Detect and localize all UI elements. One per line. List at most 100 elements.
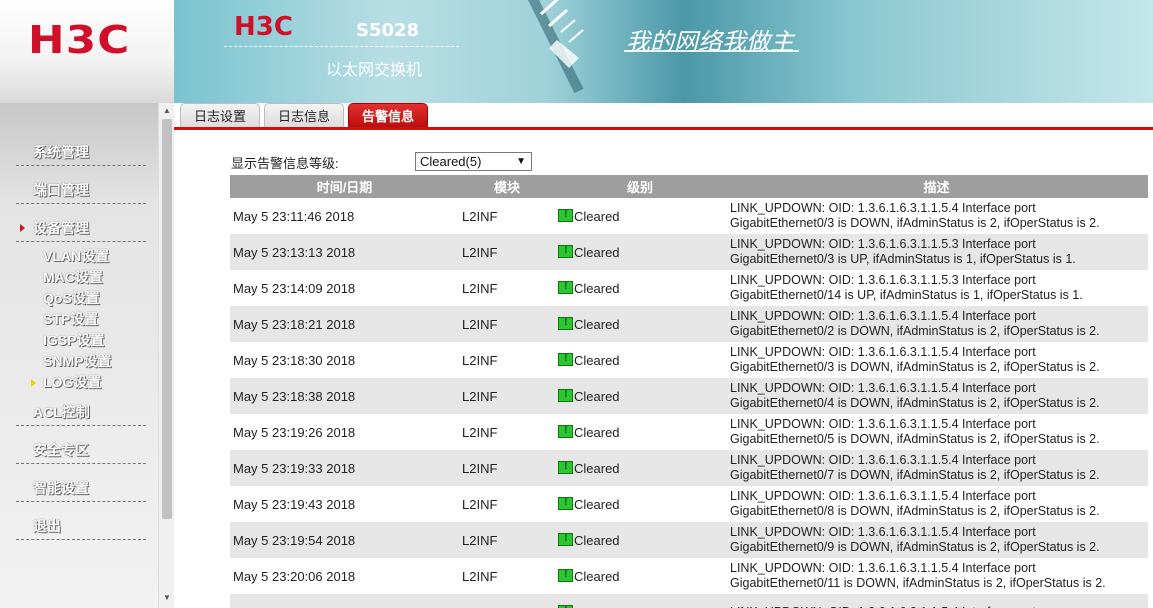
alarm-level-icon (558, 208, 573, 222)
level-cell: Cleared (555, 414, 725, 450)
expanded-arrow-icon (20, 224, 25, 232)
level-text: Cleared (574, 388, 620, 404)
module-cell: L2INF (462, 568, 498, 584)
description-line-1: LINK_UPDOWN: OID: 1.3.6.1.6.3.1.1.5.3 In… (730, 237, 1036, 251)
subnav-stp[interactable]: STP设置 (26, 309, 136, 330)
level-text: Cleared (574, 424, 620, 440)
level-text: Cleared (574, 208, 620, 224)
alarm-table: 时间/日期 模块 级别 描述 May 5 23:11:46 2018 L2INF C… (230, 175, 1148, 608)
description-line-1: LINK_UPDOWN: OID: 1.3.6.1.6.3.1.1.5.4 In… (730, 525, 1036, 539)
tab-log-info[interactable]: 日志信息 (264, 103, 344, 128)
description-line-1: LINK_UPDOWN: OID: 1.3.6.1.6.3.1.1.5.4 In… (730, 345, 1036, 359)
time-cell: May 5 23:19:43 2018 (233, 496, 356, 512)
description-cell: LINK_UPDOWN: OID: 1.3.6.1.6.3.1.1.5.4 In… (725, 198, 1148, 234)
description-cell: LINK_UPDOWN: OID: 1.3.6.1.6.3.1.1.5.4 In… (725, 414, 1148, 450)
module-cell: L2INF (462, 496, 498, 512)
alarm-level-select[interactable]: Cleared(5) ▼ (415, 152, 532, 171)
tab-log-settings[interactable]: 日志设置 (180, 103, 260, 128)
description-line-2: GigabitEthernet0/3 is UP, ifAdminStatus … (730, 252, 1076, 266)
description-cell: LINK_UPDOWN: OID: 1.3.6.1.6.3.1.1.5.4 In… (725, 306, 1148, 342)
time-cell: May 5 23:14:09 2018 (233, 280, 356, 296)
subnav-vlan[interactable]: VLAN设置 (26, 246, 136, 267)
table-row: May 5 23:11:46 2018 L2INF Cleared LINK_UPDO… (230, 198, 1148, 234)
description-cell: LINK_UPDOWN: OID: 1.3.6.1.6.3.1.1.5.3 In… (725, 270, 1148, 306)
nav-label: 端口管理 (33, 182, 89, 198)
nav-divider (16, 501, 146, 502)
scroll-thumb[interactable] (162, 119, 172, 519)
column-header-level: 级别 (555, 175, 725, 198)
nav-label: 系统管理 (33, 144, 89, 160)
description-line-2: GigabitEthernet0/14 is UP, ifAdminStatus… (730, 288, 1083, 302)
description-line-2: GigabitEthernet0/5 is DOWN, ifAdminStatu… (730, 432, 1100, 446)
level-text: Cleared (574, 568, 620, 584)
description-line-2: GigabitEthernet0/3 is DOWN, ifAdminStatu… (730, 216, 1100, 230)
level-text: Cleared (574, 316, 620, 332)
alarm-level-icon (558, 316, 573, 330)
nav-logout[interactable]: 退出 (16, 515, 146, 537)
nav-divider (16, 203, 146, 204)
nav-smart-settings[interactable]: 智能设置 (16, 477, 146, 499)
table-row: May 5 23:19:54 2018L2INF Cleared LINK_UPDO… (230, 522, 1148, 558)
subnav-igsp[interactable]: IGSP设置 (26, 330, 136, 351)
sidebar-scrollbar[interactable]: ▲ ▼ (158, 103, 174, 608)
scroll-up-icon[interactable]: ▲ (163, 106, 171, 115)
table-row: May 5 23:20:06 2018 L2INF Cleared LINK_UPDO… (230, 558, 1148, 594)
description-line-2: GigabitEthernet0/11 is DOWN, ifAdminStat… (730, 576, 1106, 590)
time-cell: May 5 23:11:46 2018 (233, 208, 355, 224)
time-cell: May 5 23:20:06 2018 (233, 568, 356, 584)
subnav-qos[interactable]: QoS设置 (26, 288, 136, 309)
nav-label: 智能设置 (33, 480, 89, 496)
table-row: May 5 23:13:13 2018L2INF Cleared LINK_UPDO… (230, 234, 1148, 270)
table-row: May 5 23:18:30 2018 L2INF Cleared LINK_UPDO… (230, 342, 1148, 378)
column-header-description: 描述 (725, 175, 1148, 198)
description-line-1: LINK_UPDOWN: OID: 1.3.6.1.6.3.1.1.5.4 In… (730, 309, 1036, 323)
level-text: Cleared (574, 352, 620, 368)
subnav-snmp[interactable]: SNMP设置 (26, 351, 136, 372)
network-plug-icon (527, 0, 584, 94)
subnav-label: STP设置 (43, 311, 99, 327)
time-cell: May 5 23:18:38 2018 (230, 378, 459, 414)
nav-port-management[interactable]: 端口管理 (16, 179, 146, 201)
sidebar: 系统管理 端口管理 设备管理 VLAN设置 MAC设置 QoS设置 STP设置 … (0, 103, 174, 608)
table-row: May 5 23:18:21 2018L2INF Cleared LINK_UPDO… (230, 306, 1148, 342)
level-cell: Cleared (555, 198, 725, 234)
alarm-level-icon (558, 352, 573, 366)
column-header-time: 时间/日期 (230, 175, 459, 198)
tab-bar: 日志设置 日志信息 告警信息 (174, 103, 1153, 130)
nav-label: 退出 (33, 518, 61, 534)
description-line-1: LINK_UPDOWN: OID: 1.3.6.1.6.3.1.1.5.4 In… (730, 453, 1036, 467)
subnav-label: VLAN设置 (43, 248, 110, 264)
device-model: S5028 (356, 20, 420, 41)
module-cell: L2INF (462, 280, 498, 296)
description-line-1: LINK_UPDOWN: OID: 1.3.6.1.6.3.1.1.5.4 In… (730, 417, 1036, 431)
description-line-2: GigabitEthernet0/9 is DOWN, ifAdminStatu… (730, 540, 1100, 554)
module-cell (459, 594, 555, 608)
device-type: 以太网交换机 (326, 62, 423, 79)
alarm-level-icon (558, 388, 573, 402)
tab-alarm-info[interactable]: 告警信息 (348, 103, 428, 128)
module-cell: L2INF (459, 234, 555, 270)
time-cell: May 5 23:19:33 2018 (230, 450, 459, 486)
level-cell: Cleared (555, 486, 725, 522)
banner-brand: H3C (234, 12, 293, 42)
description-line-2: GigabitEthernet0/2 is DOWN, ifAdminStatu… (730, 324, 1100, 338)
nav-system-management[interactable]: 系统管理 (16, 141, 146, 163)
scroll-down-icon[interactable]: ▼ (163, 593, 171, 602)
h3c-logo: H3C (28, 18, 131, 62)
nav-device-management[interactable]: 设备管理 (16, 217, 146, 239)
alarm-level-label: 显示告警信息等级: (231, 156, 339, 171)
description-line-1: LINK_UPDOWN: OID: 1.3.6.1.6.3.1.1.5.4 In… (730, 605, 1148, 608)
level-cell: Cleared (555, 558, 725, 594)
tab-underline (174, 127, 1153, 130)
subnav-label: SNMP设置 (43, 353, 112, 369)
nav-acl[interactable]: ACL控制 (16, 401, 146, 423)
description-cell: LINK_UPDOWN: OID: 1.3.6.1.6.3.1.1.5.4 In… (725, 378, 1148, 414)
subnav-mac[interactable]: MAC设置 (26, 267, 136, 288)
nav-security[interactable]: 安全专区 (16, 439, 146, 461)
description-line-1: LINK_UPDOWN: OID: 1.3.6.1.6.3.1.1.5.4 In… (730, 561, 1036, 575)
subnav-log[interactable]: LOG设置 (26, 372, 136, 393)
table-row: May 5 23:19:26 2018 L2INF Cleared LINK_UPDO… (230, 414, 1148, 450)
level-cell (555, 594, 725, 608)
subnav-label: LOG设置 (43, 374, 102, 390)
description-cell: LINK_UPDOWN: OID: 1.3.6.1.6.3.1.1.5.3 In… (725, 234, 1148, 270)
